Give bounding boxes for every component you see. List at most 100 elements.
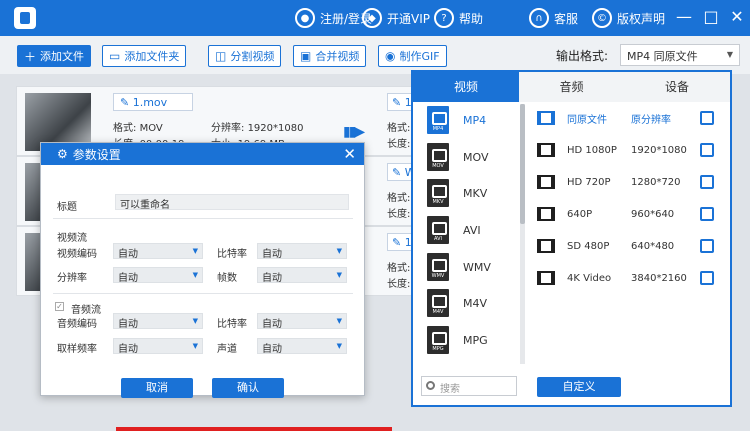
- merge-video-button[interactable]: ▣ 合并视频: [293, 45, 367, 67]
- preset-row[interactable]: 640P 960*640: [537, 200, 717, 228]
- confirm-button[interactable]: 确认: [212, 378, 284, 398]
- wmv-file-icon: WMV: [427, 253, 449, 281]
- format-item-mov[interactable]: MOV MOV: [427, 139, 488, 175]
- gear-icon: ⚙: [57, 147, 68, 161]
- chevron-down-icon: ▼: [192, 271, 198, 279]
- avi-file-icon: AVI: [427, 216, 449, 244]
- tab-audio[interactable]: 音频: [519, 72, 624, 102]
- preset-row[interactable]: HD 1080P 1920*1080: [537, 136, 717, 164]
- divider: [53, 293, 353, 294]
- vip-icon: ◆: [362, 8, 382, 28]
- edit-icon[interactable]: [700, 175, 714, 189]
- m4v-file-icon: M4V: [427, 289, 449, 317]
- chevron-down-icon: ▼: [192, 317, 198, 325]
- title-bar: ● 注册/登录 ◆ 开通VIP ? 帮助 ∩ 客服 © 版权声明 — □ ✕: [0, 0, 750, 36]
- edit-icon[interactable]: [700, 239, 714, 253]
- chevron-down-icon: ▼: [336, 342, 342, 350]
- audio-bitrate-select[interactable]: 自动 ▼: [257, 313, 347, 330]
- preset-row[interactable]: HD 720P 1280*720: [537, 168, 717, 196]
- divider: [53, 218, 353, 219]
- edit-icon[interactable]: [700, 207, 714, 221]
- preset-row[interactable]: 同原文件 原分辨率: [537, 104, 717, 132]
- cancel-button[interactable]: 取消: [121, 378, 193, 398]
- channel-select[interactable]: 自动 ▼: [257, 338, 347, 355]
- film-icon: [537, 239, 555, 253]
- film-icon: [537, 143, 555, 157]
- video-codec-select[interactable]: 自动 ▼: [113, 243, 203, 260]
- preset-row[interactable]: SD 480P 640*480: [537, 232, 717, 260]
- help-link[interactable]: ? 帮助: [434, 8, 483, 28]
- minimize-button[interactable]: —: [672, 6, 696, 28]
- mkv-file-icon: MKV: [427, 179, 449, 207]
- help-icon: ?: [434, 8, 454, 28]
- convert-arrow-icon: ▮▮▶: [343, 124, 365, 140]
- close-button[interactable]: ✕: [725, 6, 749, 28]
- format-panel: 视频 音频 设备 MP4 MP4 MOV MOV MKV MKV AVI AVI WMV…: [411, 70, 732, 407]
- dialog-header: ⚙ 参数设置 ✕: [41, 143, 364, 165]
- vip-link[interactable]: ◆ 开通VIP: [362, 8, 430, 28]
- mp4-file-icon: MP4: [427, 106, 449, 134]
- progress-indicator: [116, 427, 392, 431]
- film-icon: [537, 111, 555, 125]
- custom-button[interactable]: 自定义: [537, 377, 621, 397]
- search-icon: [426, 381, 435, 390]
- fps-select[interactable]: 自动 ▼: [257, 267, 347, 284]
- plus-icon: ＋: [24, 49, 37, 64]
- chevron-down-icon: ▼: [726, 50, 733, 59]
- title-input[interactable]: 可以重命名: [115, 194, 349, 211]
- user-icon: ●: [295, 8, 315, 28]
- film-icon: [537, 207, 555, 221]
- chevron-down-icon: ▼: [192, 342, 198, 350]
- edit-icon[interactable]: [700, 271, 714, 285]
- sample-rate-select[interactable]: 自动 ▼: [113, 338, 203, 355]
- mpg-file-icon: MPG: [427, 326, 449, 354]
- format-item-avi[interactable]: AVI AVI: [427, 212, 481, 248]
- maximize-button[interactable]: □: [699, 6, 723, 28]
- app-logo-icon: [14, 7, 36, 29]
- video-bitrate-select[interactable]: 自动 ▼: [257, 243, 347, 260]
- chevron-down-icon: ▼: [336, 271, 342, 279]
- settings-dialog: ⚙ 参数设置 ✕ 标题 可以重命名 视频流 视频编码 自动 ▼ 比特率 自动 ▼ 分…: [40, 142, 365, 398]
- support-link[interactable]: ∩ 客服: [529, 8, 578, 28]
- chevron-down-icon: ▼: [336, 247, 342, 255]
- output-format-label: 输出格式:: [556, 49, 609, 63]
- copyright-icon: ©: [592, 8, 612, 28]
- format-item-mp4[interactable]: MP4 MP4: [427, 102, 486, 138]
- audio-codec-select[interactable]: 自动 ▼: [113, 313, 203, 330]
- preset-row[interactable]: 4K Video 3840*2160: [537, 264, 717, 292]
- output-format-select[interactable]: MP4 同原文件 ▼: [620, 44, 740, 66]
- copyright-link[interactable]: © 版权声明: [592, 8, 665, 28]
- make-gif-button[interactable]: ◉ 制作GIF: [378, 45, 447, 67]
- format-list: MP4 MP4 MOV MOV MKV MKV AVI AVI WMV WMV M4V M4…: [413, 102, 519, 366]
- format-item-m4v[interactable]: M4V M4V: [427, 285, 487, 321]
- mov-file-icon: MOV: [427, 143, 449, 171]
- film-icon: [537, 175, 555, 189]
- add-folder-button[interactable]: ▭ 添加文件夹: [102, 45, 187, 67]
- tab-video[interactable]: 视频: [413, 72, 519, 102]
- format-item-mkv[interactable]: MKV MKV: [427, 175, 487, 211]
- login-link[interactable]: ● 注册/登录: [295, 8, 372, 28]
- split-video-button[interactable]: ◫ 分割视频: [208, 45, 282, 67]
- chevron-down-icon: ▼: [336, 317, 342, 325]
- gif-icon: ◉: [385, 49, 396, 63]
- format-item-mpg[interactable]: MPG MPG: [427, 322, 488, 358]
- merge-icon: ▣: [300, 49, 312, 63]
- tab-device[interactable]: 设备: [624, 72, 730, 102]
- format-tabs: 视频 音频 设备: [413, 72, 730, 102]
- folder-icon: ▭: [109, 49, 121, 63]
- film-icon: [537, 271, 555, 285]
- headset-icon: ∩: [529, 8, 549, 28]
- format-item-wmv[interactable]: WMV WMV: [427, 249, 491, 285]
- dialog-close-button[interactable]: ✕: [343, 145, 356, 163]
- format-list-scrollbar[interactable]: [520, 104, 525, 364]
- audio-stream-checkbox[interactable]: ✓: [55, 302, 64, 311]
- scrollbar-thumb[interactable]: [520, 104, 525, 224]
- add-file-button[interactable]: ＋添加文件: [17, 45, 92, 67]
- file-name-field[interactable]: ✎ 1.mov: [113, 93, 193, 111]
- edit-icon[interactable]: [700, 111, 714, 125]
- edit-icon[interactable]: [700, 143, 714, 157]
- resolution-select[interactable]: 自动 ▼: [113, 267, 203, 284]
- chevron-down-icon: ▼: [192, 247, 198, 255]
- format-search-input[interactable]: 搜索: [421, 376, 517, 396]
- split-icon: ◫: [215, 49, 227, 63]
